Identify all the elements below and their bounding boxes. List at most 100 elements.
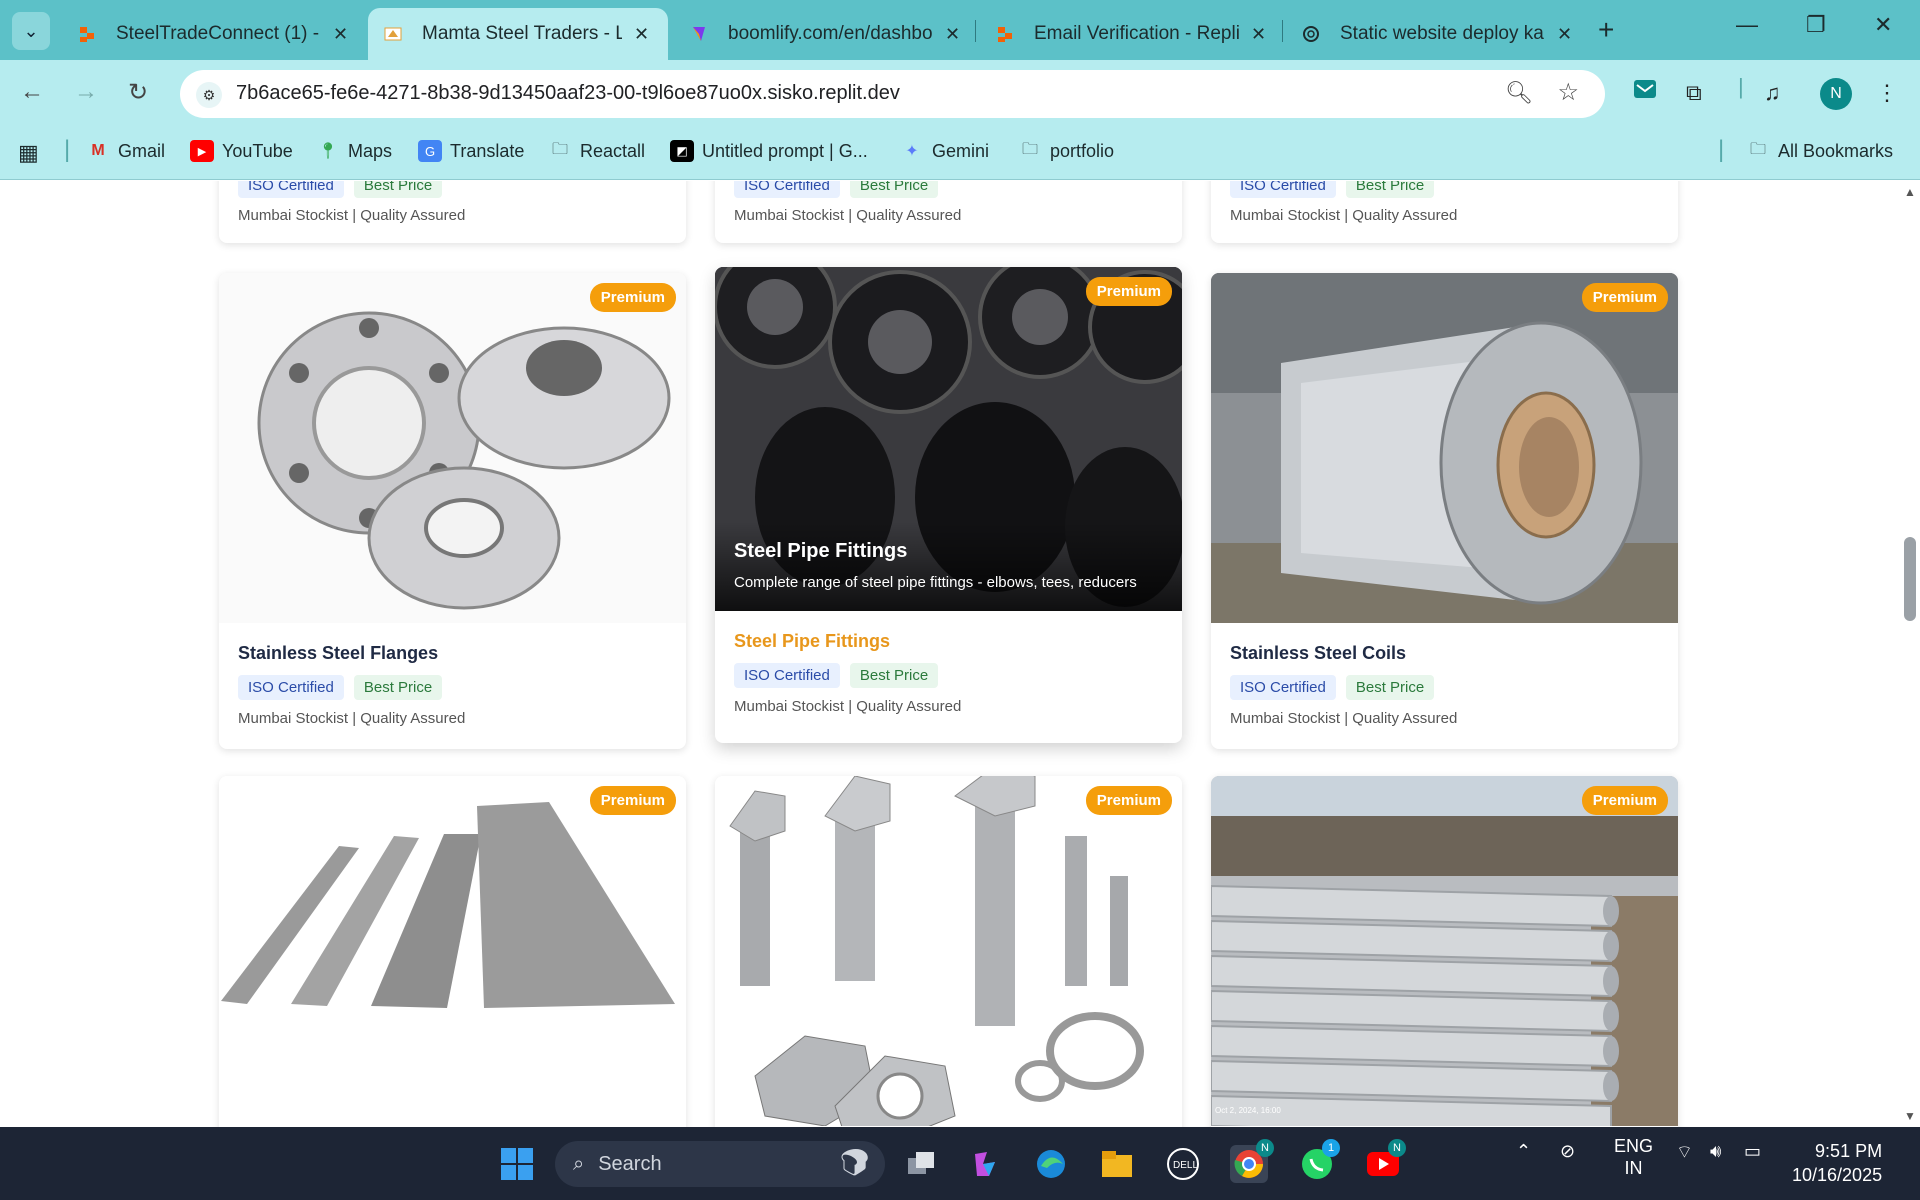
folder-icon: 🗀	[551, 140, 568, 158]
search-highlight-icon: 🍞︎	[837, 1147, 871, 1177]
bookmark-maps[interactable]: 📍︎ Maps	[316, 140, 392, 162]
tab-boomlify[interactable]: boomlify.com/en/dashbo ✕	[674, 8, 974, 60]
new-tab-button[interactable]: +	[1598, 14, 1614, 46]
star-icon[interactable]: ☆	[1557, 78, 1579, 107]
task-view-icon[interactable]	[902, 1145, 940, 1183]
bookmark-gemini[interactable]: ✦ Gemini	[900, 140, 989, 162]
url-text[interactable]: 7b6ace65-fe6e-4271-8b38-9d13450aaf23-00-…	[236, 82, 900, 105]
lang-top: ENG	[1614, 1136, 1654, 1156]
windows-taskbar: ⌕ Search 🍞︎ DELL N 1 N ⌃ ⊘ ENG IN ⌔ 🔊︎ ▭…	[0, 1127, 1920, 1200]
restore-icon: ❐	[1806, 12, 1826, 37]
product-card-coils[interactable]: Premium Stainless Steel Coils ISO Certif…	[1211, 273, 1678, 749]
close-icon[interactable]: ✕	[333, 24, 348, 45]
file-explorer-icon[interactable]	[1098, 1145, 1136, 1183]
product-name[interactable]: Stainless Steel Coils	[1230, 643, 1406, 664]
toolbar-divider: |	[1738, 74, 1744, 99]
boomlify-icon	[688, 23, 710, 45]
tab-title: Static website deploy kar	[1340, 23, 1545, 44]
tab-email-verification[interactable]: Email Verification - Replit ✕	[980, 8, 1280, 60]
language-indicator[interactable]: ENG IN	[1614, 1135, 1653, 1179]
scroll-up-icon[interactable]: ▲	[1904, 185, 1916, 199]
reload-icon: ↻	[128, 79, 149, 106]
all-bookmarks[interactable]: 🗀 All Bookmarks	[1746, 140, 1893, 162]
media-control-icon[interactable]: ♫	[1764, 80, 1781, 106]
volume-icon[interactable]: 🔊︎	[1710, 1141, 1721, 1162]
price-tag: Best Price	[849, 181, 939, 198]
restore-button[interactable]: ❐	[1806, 12, 1826, 38]
zoom-icon[interactable]: 🔍︎	[1505, 80, 1533, 106]
tab-title: Email Verification - Replit	[1034, 23, 1239, 44]
taskbar-search[interactable]: ⌕ Search 🍞︎	[555, 1141, 885, 1187]
reload-button[interactable]: ↻	[128, 78, 148, 107]
bookmark-youtube[interactable]: ▶ YouTube	[190, 140, 293, 162]
battery-icon[interactable]: ▭	[1744, 1141, 1761, 1162]
tab-static-website[interactable]: Static website deploy kar ✕	[1286, 8, 1586, 60]
tab-steeltradeconnect[interactable]: SteelTradeConnect (1) - R ✕	[62, 8, 362, 60]
bookmark-label: Gemini	[932, 140, 990, 161]
youtube-icon: ▶	[190, 140, 214, 162]
address-bar[interactable]: ⚙ 7b6ace65-fe6e-4271-8b38-9d13450aaf23-0…	[180, 70, 1605, 118]
wifi-icon[interactable]: ⌔	[1676, 1141, 1693, 1164]
premium-badge: Premium	[1085, 277, 1172, 306]
location-off-icon[interactable]: ⊘	[1560, 1141, 1575, 1162]
product-card-flanges[interactable]: Premium Stainless Steel Flanges ISO Cert…	[219, 273, 686, 749]
overlay-title: Steel Pipe Fittings	[734, 540, 908, 562]
product-name[interactable]: Stainless Steel Flanges	[238, 643, 438, 664]
close-window-button[interactable]: ✕	[1874, 12, 1892, 38]
tab-search-button[interactable]: ⌄	[12, 12, 50, 50]
profile-avatar[interactable]: N	[1820, 78, 1852, 110]
overlay-description: Complete range of steel pipe fittings - …	[734, 574, 1137, 591]
tab-title: Mamta Steel Traders - Le	[422, 23, 622, 44]
iso-tag: ISO Certified	[1230, 675, 1336, 700]
close-icon[interactable]: ✕	[1251, 24, 1266, 45]
forward-button[interactable]: →	[74, 78, 98, 106]
bookmark-reactall[interactable]: 🗀 Reactall	[548, 140, 645, 162]
back-button[interactable]: ←	[20, 78, 44, 106]
tab-mamta-steel[interactable]: Mamta Steel Traders - Le ✕	[368, 8, 668, 60]
dell-icon[interactable]: DELL	[1164, 1145, 1202, 1183]
apps-grid-icon[interactable]: ▦	[18, 140, 39, 166]
minimize-button[interactable]: —	[1736, 12, 1758, 38]
product-card-flat-bars[interactable]: Premium	[219, 776, 686, 1127]
site-info-icon[interactable]: ⚙	[196, 82, 222, 108]
bookmark-untitled-prompt[interactable]: ◩ Untitled prompt | G...	[670, 140, 868, 162]
windows-start-icon[interactable]	[498, 1145, 536, 1183]
product-name[interactable]: Steel Pipe Fittings	[734, 631, 890, 652]
extension-mail-icon[interactable]	[1632, 76, 1658, 108]
copilot-icon[interactable]	[966, 1145, 1004, 1183]
product-card[interactable]: ISO Certified Best Price Mumbai Stockist…	[219, 181, 686, 243]
product-card-fasteners[interactable]: Premium	[715, 776, 1182, 1127]
product-card[interactable]: ISO Certified Best Price Mumbai Stockist…	[1211, 181, 1678, 243]
product-card-pipe-fittings[interactable]: Premium Steel Pipe Fittings Complete ran…	[715, 267, 1182, 743]
bookmark-portfolio[interactable]: 🗀 portfolio	[1018, 140, 1114, 162]
product-card-pipes[interactable]: Premium Oct 2, 2024, 16:00	[1211, 776, 1678, 1127]
site-icon	[382, 23, 404, 45]
close-icon[interactable]: ✕	[1557, 24, 1572, 45]
bookmark-label: Gmail	[118, 140, 166, 161]
menu-icon[interactable]: ⋮	[1876, 80, 1898, 106]
chevron-up-icon[interactable]: ⌃	[1516, 1141, 1531, 1162]
price-tag: Best Price	[1345, 675, 1435, 700]
extensions-puzzle-icon[interactable]: ⧉	[1686, 80, 1702, 106]
aistudio-icon: ◩	[670, 140, 694, 162]
bookmark-gmail[interactable]: M Gmail	[86, 140, 165, 162]
premium-badge: Premium	[589, 283, 676, 312]
badge-text: N	[1261, 1142, 1269, 1154]
page-scrollbar[interactable]: ▲ ▼	[1900, 181, 1920, 1127]
bookmark-label: YouTube	[222, 140, 293, 161]
edge-icon[interactable]	[1032, 1145, 1070, 1183]
card-subtitle: Mumbai Stockist | Quality Assured	[238, 710, 466, 727]
bookmark-label: All Bookmarks	[1778, 140, 1894, 161]
clock[interactable]: 9:51 PM 10/16/2025	[1792, 1139, 1882, 1187]
scrollbar-thumb[interactable]	[1904, 537, 1916, 621]
maps-icon: 📍︎	[317, 143, 339, 160]
iso-tag: ISO Certified	[1230, 181, 1336, 198]
card-subtitle: Mumbai Stockist | Quality Assured	[238, 207, 466, 224]
bookmark-translate[interactable]: G Translate	[418, 140, 524, 162]
bookmark-label: Reactall	[580, 140, 646, 161]
close-icon[interactable]: ✕	[945, 24, 960, 45]
bookmark-label: portfolio	[1050, 140, 1115, 161]
close-icon[interactable]: ✕	[634, 24, 649, 45]
product-card[interactable]: ISO Certified Best Price Mumbai Stockist…	[715, 181, 1182, 243]
scroll-down-icon[interactable]: ▼	[1904, 1109, 1916, 1123]
